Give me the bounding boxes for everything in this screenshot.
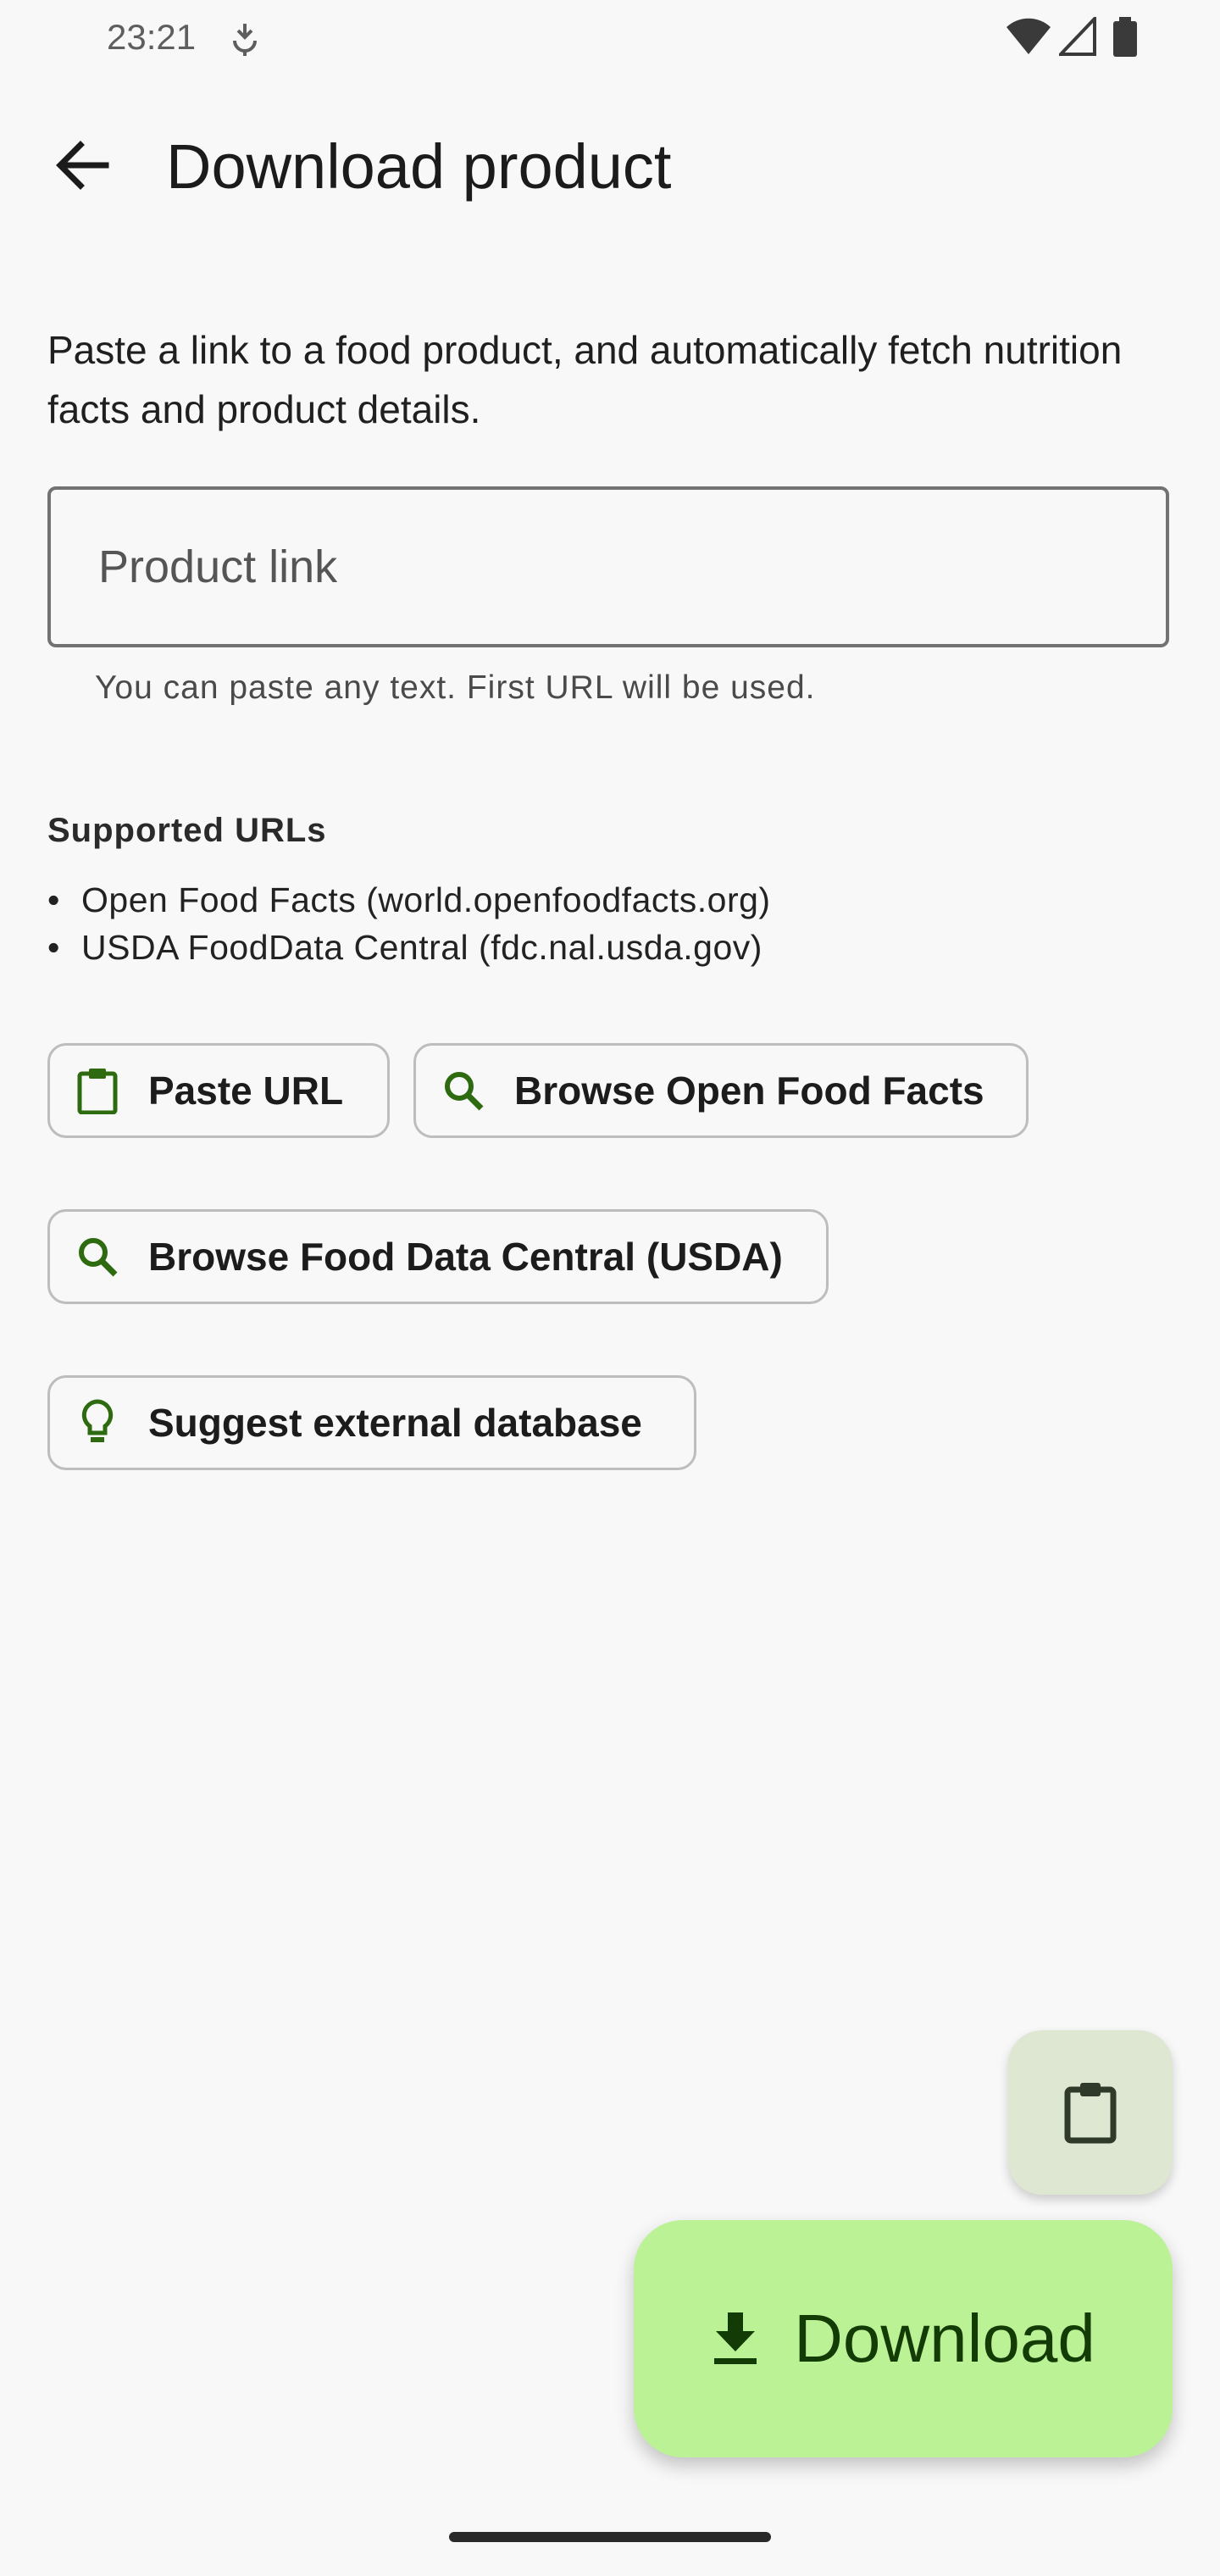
cellular-icon	[1059, 17, 1096, 56]
paste-url-chip[interactable]: Paste URL	[47, 1043, 390, 1138]
chip-label: Browse Food Data Central (USDA)	[148, 1235, 783, 1279]
browse-open-food-facts-chip[interactable]: Browse Open Food Facts	[413, 1043, 1029, 1138]
arrow-back-icon	[56, 141, 109, 190]
product-link-input[interactable]	[97, 540, 1166, 594]
page-title: Download product	[166, 131, 672, 202]
search-icon	[74, 1233, 121, 1280]
supported-urls-title: Supported URLs	[47, 812, 327, 849]
back-button[interactable]	[44, 127, 120, 203]
supported-url-usda: USDA FoodData Central (fdc.nal.usda.gov)	[81, 928, 762, 967]
download-button[interactable]: Download	[634, 2220, 1173, 2457]
download-icon	[714, 2312, 757, 2364]
bullet: •	[47, 928, 60, 967]
suggest-external-database-chip[interactable]: Suggest external database	[47, 1375, 696, 1470]
usb-debug-icon	[233, 24, 257, 56]
chip-label: Paste URL	[148, 1069, 344, 1113]
browse-food-data-central-chip[interactable]: Browse Food Data Central (USDA)	[47, 1209, 829, 1304]
status-time: 23:21	[107, 17, 197, 57]
supported-url-open-food-facts: Open Food Facts (world.openfoodfacts.org…	[81, 880, 771, 919]
bullet: •	[47, 880, 60, 919]
paste-fab[interactable]	[1008, 2030, 1173, 2195]
battery-icon	[1113, 17, 1137, 57]
list-item: • Open Food Facts (world.openfoodfacts.or…	[47, 876, 771, 924]
wifi-icon	[1006, 18, 1051, 54]
search-icon	[440, 1067, 487, 1114]
list-item: • USDA FoodData Central (fdc.nal.usda.gov…	[47, 924, 762, 971]
chip-label: Suggest external database	[148, 1401, 642, 1445]
description-text: Paste a link to a food product, and auto…	[47, 328, 1123, 431]
product-link-field[interactable]	[47, 486, 1169, 647]
chip-label: Browse Open Food Facts	[514, 1069, 984, 1113]
lightbulb-icon	[74, 1399, 121, 1446]
home-indicator[interactable]	[449, 2532, 771, 2542]
download-button-label: Download	[794, 2301, 1095, 2376]
clipboard-icon	[1064, 2083, 1117, 2144]
product-link-helper: You can paste any text. First URL will b…	[95, 669, 816, 706]
clipboard-icon	[74, 1067, 121, 1114]
